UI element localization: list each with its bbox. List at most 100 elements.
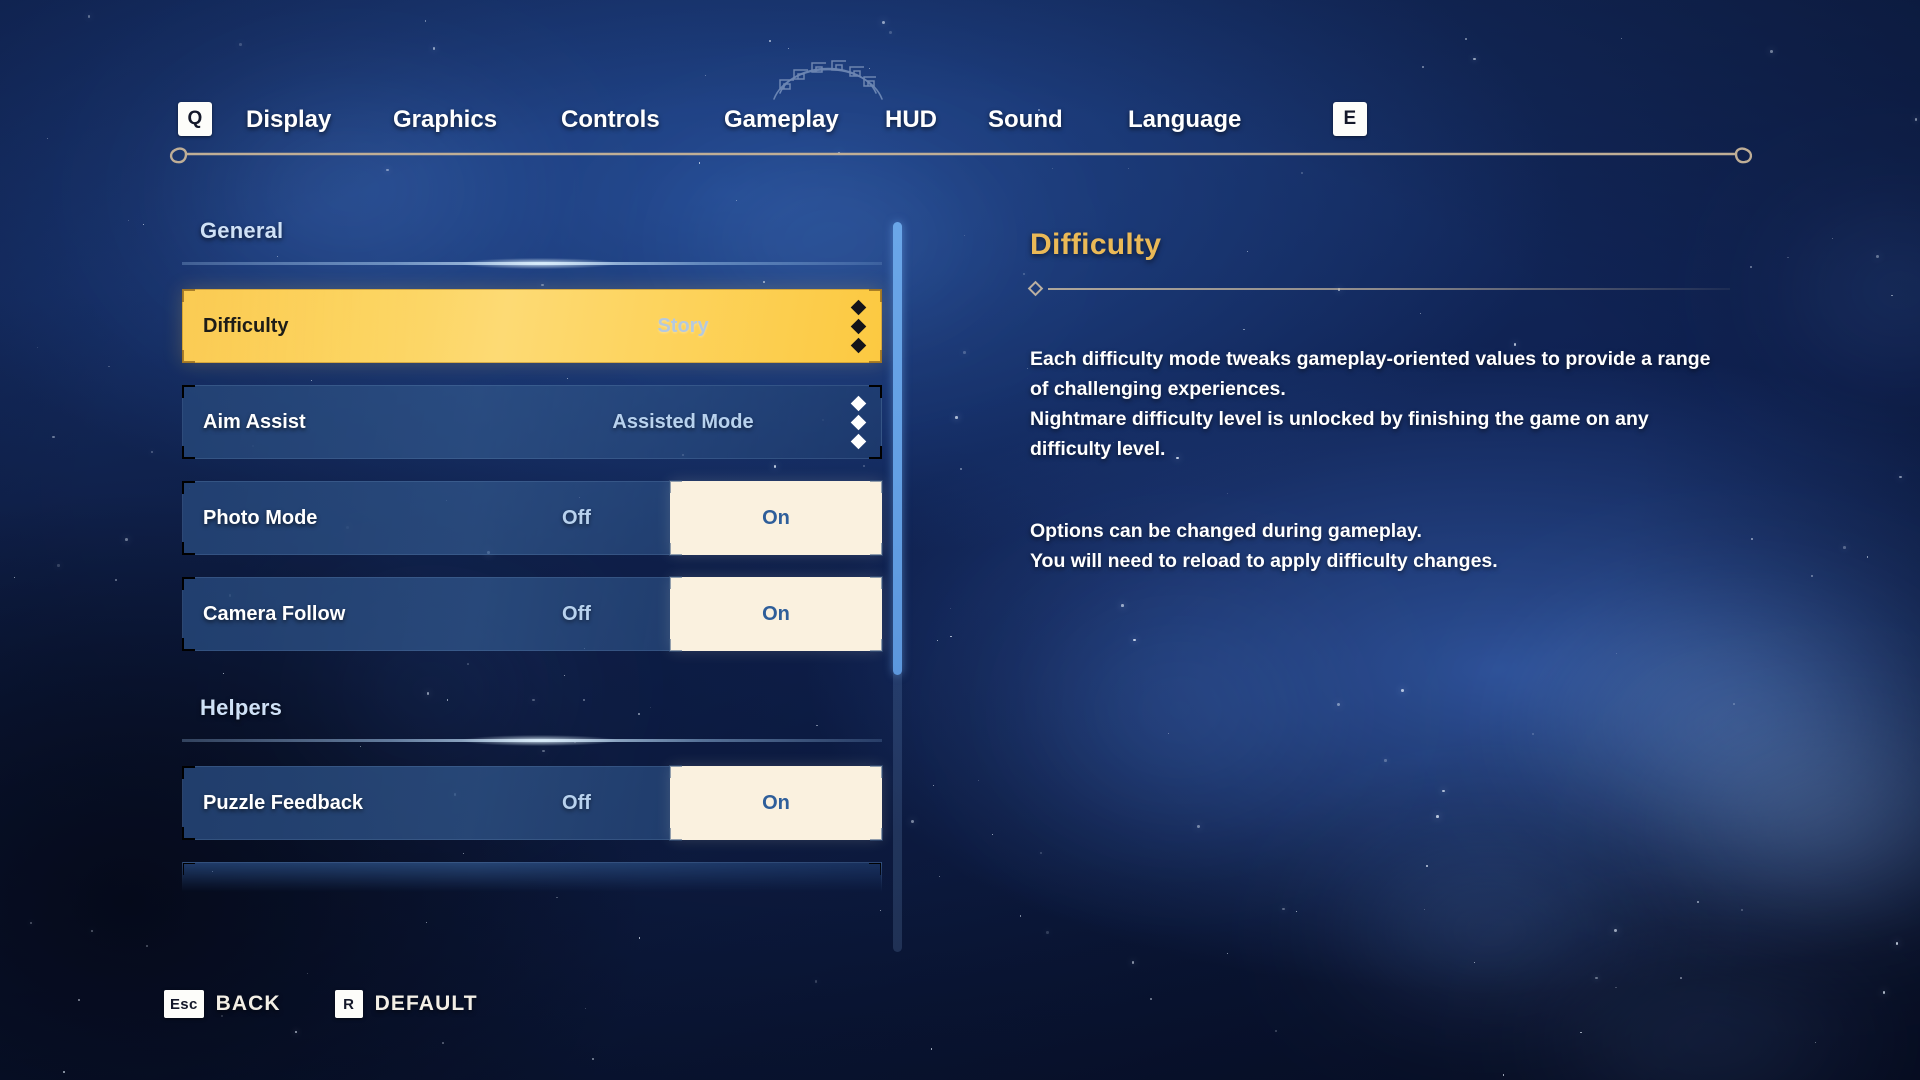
star	[1595, 976, 1598, 980]
hint-back[interactable]: Esc BACK	[164, 990, 281, 1018]
diamond-icon	[850, 318, 866, 334]
section-divider	[182, 735, 882, 746]
setting-row-difficulty[interactable]: Difficulty Story	[182, 289, 882, 363]
star	[1832, 238, 1833, 239]
settings-list: General Difficulty Story Aim Assist Assi…	[182, 218, 883, 953]
hint-default[interactable]: R DEFAULT	[334, 990, 478, 1018]
corner-bracket	[870, 576, 883, 589]
corner-bracket	[870, 828, 883, 841]
star	[57, 564, 60, 567]
star	[1131, 960, 1135, 964]
setting-row-clipped[interactable]	[182, 862, 882, 892]
stepper-diamonds[interactable]	[843, 386, 881, 458]
detail-description: Each difficulty mode tweaks gameplay-ori…	[1030, 314, 1730, 576]
toggle-option-off[interactable]: Off	[483, 578, 670, 650]
footer-hints: Esc BACK R DEFAULT	[164, 990, 478, 1018]
star	[1680, 977, 1682, 979]
star	[932, 785, 934, 786]
setting-value-area: Assisted Mode	[523, 386, 843, 458]
next-tab-key[interactable]: E	[1333, 102, 1367, 136]
star	[735, 199, 737, 201]
setting-value: Story	[657, 314, 709, 337]
tab-controls[interactable]: Controls	[561, 106, 660, 134]
tab-graphics[interactable]: Graphics	[393, 106, 497, 134]
setting-row-aim-assist[interactable]: Aim Assist Assisted Mode	[182, 385, 882, 459]
toggle-on-label: On	[762, 791, 790, 814]
setting-label: Difficulty	[203, 314, 289, 337]
toggle-on-label: On	[762, 506, 790, 529]
diamond-icon	[1027, 280, 1044, 297]
star	[1167, 732, 1169, 734]
stepper-diamonds[interactable]	[843, 290, 881, 362]
setting-label: Aim Assist	[203, 410, 306, 433]
setting-label: Photo Mode	[203, 506, 318, 529]
star	[1810, 574, 1813, 578]
esc-key-badge[interactable]: Esc	[164, 990, 204, 1018]
toggle-option-on[interactable]: On	[669, 480, 883, 556]
tab-display[interactable]: Display	[246, 106, 331, 134]
corner-bracket	[869, 863, 881, 875]
toggle-option-on[interactable]: On	[669, 765, 883, 841]
star	[1875, 254, 1879, 258]
detail-panel: Difficulty Each difficulty mode tweaks g…	[1027, 228, 1730, 576]
toggle-option-off[interactable]: Off	[483, 767, 670, 839]
setting-label: Puzzle Feedback	[203, 791, 364, 814]
star	[52, 436, 55, 439]
toggle-option-off[interactable]: Off	[483, 482, 670, 554]
section-divider	[182, 258, 882, 269]
greek-meander-ornament	[773, 60, 883, 100]
star	[991, 834, 993, 835]
diamond-icon	[850, 395, 866, 411]
detail-description-part2: Options can be changed during gameplay. …	[1030, 520, 1498, 572]
star	[1384, 759, 1387, 762]
star	[1120, 604, 1124, 607]
setting-row-puzzle-feedback[interactable]: Puzzle Feedback Off On	[182, 765, 883, 841]
tab-sound[interactable]: Sound	[988, 106, 1063, 134]
star	[1615, 986, 1617, 989]
setting-row-photo-mode[interactable]: Photo Mode Off On	[182, 480, 883, 556]
star	[1750, 265, 1753, 268]
star	[1615, 653, 1617, 655]
tab-language[interactable]: Language	[1128, 106, 1241, 134]
star	[306, 972, 308, 974]
diamond-icon	[850, 433, 866, 449]
tab-gameplay[interactable]: Gameplay	[724, 106, 839, 134]
star	[949, 607, 951, 609]
corner-bracket	[669, 543, 682, 556]
settings-section-helpers: Helpers Puzzle Feedback Off On	[182, 695, 883, 892]
settings-nav-bar: Q Display Graphics Controls Gameplay HUD…	[0, 0, 1920, 175]
star	[146, 945, 148, 948]
hint-default-label: DEFAULT	[374, 992, 478, 1015]
tab-hud[interactable]: HUD	[885, 106, 937, 134]
nav-divider-ornament	[169, 147, 1753, 164]
star	[963, 351, 966, 354]
section-heading: General	[200, 218, 284, 243]
corner-bracket	[669, 639, 682, 652]
setting-value-area: Story	[523, 290, 843, 362]
detail-title: Difficulty	[1030, 228, 1162, 261]
star	[1787, 256, 1789, 258]
corner-bracket	[870, 765, 883, 778]
toggle-on-label: On	[762, 602, 790, 625]
setting-value: Assisted Mode	[612, 410, 754, 433]
corner-bracket	[669, 765, 682, 778]
settings-scrollbar[interactable]	[893, 222, 902, 952]
corner-bracket	[870, 480, 883, 493]
toggle-option-on[interactable]: On	[669, 576, 883, 652]
footer-hints-bar: Esc BACK R DEFAULT	[0, 990, 1920, 1034]
r-key-badge[interactable]: R	[334, 990, 363, 1018]
hint-back-label: BACK	[215, 992, 281, 1015]
star	[960, 468, 962, 470]
prev-tab-key[interactable]: Q	[178, 102, 212, 136]
setting-row-camera-follow[interactable]: Camera Follow Off On	[182, 576, 883, 652]
corner-bracket	[870, 543, 883, 556]
settings-section-general: General Difficulty Story Aim Assist Assi…	[182, 218, 883, 652]
scrollbar-thumb[interactable]	[893, 222, 902, 675]
star	[1531, 732, 1534, 735]
star	[29, 921, 32, 924]
star	[1435, 814, 1439, 818]
star	[930, 1048, 932, 1050]
corner-bracket	[870, 639, 883, 652]
detail-divider	[1027, 280, 1730, 297]
